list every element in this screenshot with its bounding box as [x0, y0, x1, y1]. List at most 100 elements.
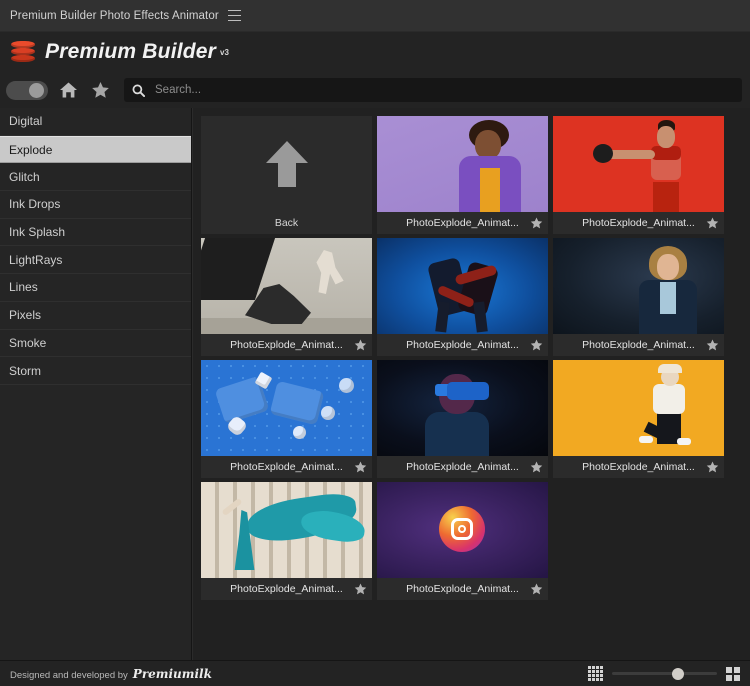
sidebar-item-storm[interactable]: Storm: [0, 357, 191, 385]
thumbnail-image: [201, 482, 372, 578]
artwork-part: [651, 146, 681, 160]
sidebar-item-smoke[interactable]: Smoke: [0, 330, 191, 358]
main-toolbar: [0, 72, 750, 108]
artwork-part: [321, 406, 335, 420]
artwork-part: [475, 130, 501, 159]
thumbnail-title: PhotoExplode_Animat...: [582, 217, 695, 229]
gallery-panel: Back PhotoExplode_Animat... PhotoExplode_…: [192, 108, 750, 660]
hamburger-menu-icon[interactable]: [227, 10, 241, 21]
sidebar-item-lightrays[interactable]: LightRays: [0, 246, 191, 275]
back-thumb: [201, 116, 372, 212]
sidebar-item-label: Glitch: [9, 169, 40, 184]
thumbnail-tile[interactable]: PhotoExplode_Animat...: [553, 116, 724, 234]
thumbnail-image: [377, 360, 548, 456]
search-box[interactable]: [124, 78, 742, 102]
credit-block: Designed and developed by Premiumilk: [10, 667, 212, 681]
thumbnail-tile[interactable]: PhotoExplode_Animat...: [377, 360, 548, 478]
favorite-star-icon[interactable]: [530, 217, 543, 230]
large-grid-view-icon[interactable]: [726, 666, 740, 681]
thumbnail-title: PhotoExplode_Animat...: [230, 583, 343, 595]
stacked-layers-logo-icon: [10, 39, 36, 65]
thumbnail-caption: PhotoExplode_Animat...: [201, 456, 372, 478]
thumbnail-caption: PhotoExplode_Animat...: [553, 456, 724, 478]
thumbnail-title: PhotoExplode_Animat...: [582, 339, 695, 351]
thumbnail-title: PhotoExplode_Animat...: [230, 339, 343, 351]
favorite-star-icon[interactable]: [354, 583, 367, 596]
view-toggle-switch[interactable]: [6, 80, 48, 100]
thumbnail-artwork: [201, 482, 372, 578]
sidebar-item-label: Lines: [9, 280, 38, 295]
app-body: Digital Explode Glitch Ink Drops Ink Splash L…: [0, 108, 750, 660]
brand-version: v3: [220, 47, 229, 57]
thumbnail-artwork: [553, 360, 724, 456]
category-sidebar: Digital Explode Glitch Ink Drops Ink Splash L…: [0, 108, 192, 660]
favorite-star-icon[interactable]: [530, 583, 543, 596]
favorite-star-icon[interactable]: [530, 461, 543, 474]
thumbnail-tile[interactable]: PhotoExplode_Animat...: [201, 360, 372, 478]
sidebar-item-label: LightRays: [9, 252, 63, 267]
sidebar-item-label: Pixels: [9, 308, 42, 323]
artwork-part: [339, 378, 354, 393]
zoom-slider[interactable]: [612, 667, 717, 680]
artwork-part: [639, 436, 653, 443]
sidebar-item-ink-splash[interactable]: Ink Splash: [0, 219, 191, 247]
credit-text: Designed and developed by: [10, 669, 128, 681]
sidebar-item-label: Explode: [9, 142, 53, 157]
sidebar-item-explode[interactable]: Explode: [0, 135, 191, 164]
thumbnail-title: PhotoExplode_Animat...: [230, 461, 343, 473]
window-titlebar: Premium Builder Photo Effects Animator: [0, 0, 750, 32]
sidebar-item-pixels[interactable]: Pixels: [0, 302, 191, 330]
thumbnail-tile[interactable]: PhotoExplode_Animat...: [553, 238, 724, 356]
thumbnail-artwork: [553, 116, 724, 212]
thumbnail-tile[interactable]: PhotoExplode_Animat...: [377, 482, 548, 600]
small-grid-view-icon[interactable]: [588, 666, 603, 681]
thumbnail-image: [553, 238, 724, 334]
thumbnail-tile[interactable]: PhotoExplode_Animat...: [201, 482, 372, 600]
thumbnail-title: PhotoExplode_Animat...: [406, 583, 519, 595]
artwork-part: [293, 426, 306, 439]
thumbnail-caption: PhotoExplode_Animat...: [553, 212, 724, 234]
artwork-part: [458, 525, 466, 533]
thumbnail-artwork: [201, 360, 372, 456]
thumbnail-caption: PhotoExplode_Animat...: [377, 578, 548, 600]
thumbnail-tile[interactable]: PhotoExplode_Animat...: [377, 116, 548, 234]
favorite-star-icon[interactable]: [706, 217, 719, 230]
sidebar-item-digital[interactable]: Digital: [0, 108, 191, 136]
thumbnail-tile[interactable]: PhotoExplode_Animat...: [377, 238, 548, 356]
window-title: Premium Builder Photo Effects Animator: [10, 9, 219, 22]
app-window: Premium Builder Photo Effects Animator P…: [0, 0, 750, 686]
zoom-slider-handle[interactable]: [672, 667, 684, 680]
favorites-star-icon[interactable]: [88, 78, 112, 102]
brand-bar: Premium Builder v3: [0, 32, 750, 72]
sidebar-item-label: Storm: [9, 363, 42, 378]
thumbnail-image: [377, 116, 548, 212]
thumbnail-image: [553, 360, 724, 456]
favorite-star-icon[interactable]: [706, 339, 719, 352]
thumbnail-artwork: [377, 482, 548, 578]
thumbnail-title: PhotoExplode_Animat...: [406, 339, 519, 351]
favorite-star-icon[interactable]: [530, 339, 543, 352]
status-footer: Designed and developed by Premiumilk: [0, 660, 750, 686]
search-input[interactable]: [155, 84, 734, 96]
thumbnail-image: [377, 482, 548, 578]
thumbnail-artwork: [377, 238, 548, 334]
home-icon[interactable]: [56, 78, 80, 102]
sidebar-item-label: Smoke: [9, 335, 47, 350]
credit-brand-logo: Premiumilk: [132, 666, 212, 681]
back-tile[interactable]: Back: [201, 116, 372, 234]
thumbnail-tile[interactable]: PhotoExplode_Animat...: [553, 360, 724, 478]
thumbnail-tile[interactable]: PhotoExplode_Animat...: [201, 238, 372, 356]
artwork-part: [480, 168, 500, 212]
favorite-star-icon[interactable]: [706, 461, 719, 474]
artwork-part: [677, 438, 691, 445]
toggle-knob: [29, 82, 44, 98]
sidebar-item-glitch[interactable]: Glitch: [0, 163, 191, 192]
sidebar-item-lines[interactable]: Lines: [0, 274, 191, 302]
sidebar-item-ink-drops[interactable]: Ink Drops: [0, 191, 191, 219]
thumbnail-image: [201, 238, 372, 334]
artwork-part: [658, 364, 682, 373]
thumbnail-caption: PhotoExplode_Animat...: [377, 212, 548, 234]
thumbnail-image: [553, 116, 724, 212]
favorite-star-icon[interactable]: [354, 461, 367, 474]
favorite-star-icon[interactable]: [354, 339, 367, 352]
